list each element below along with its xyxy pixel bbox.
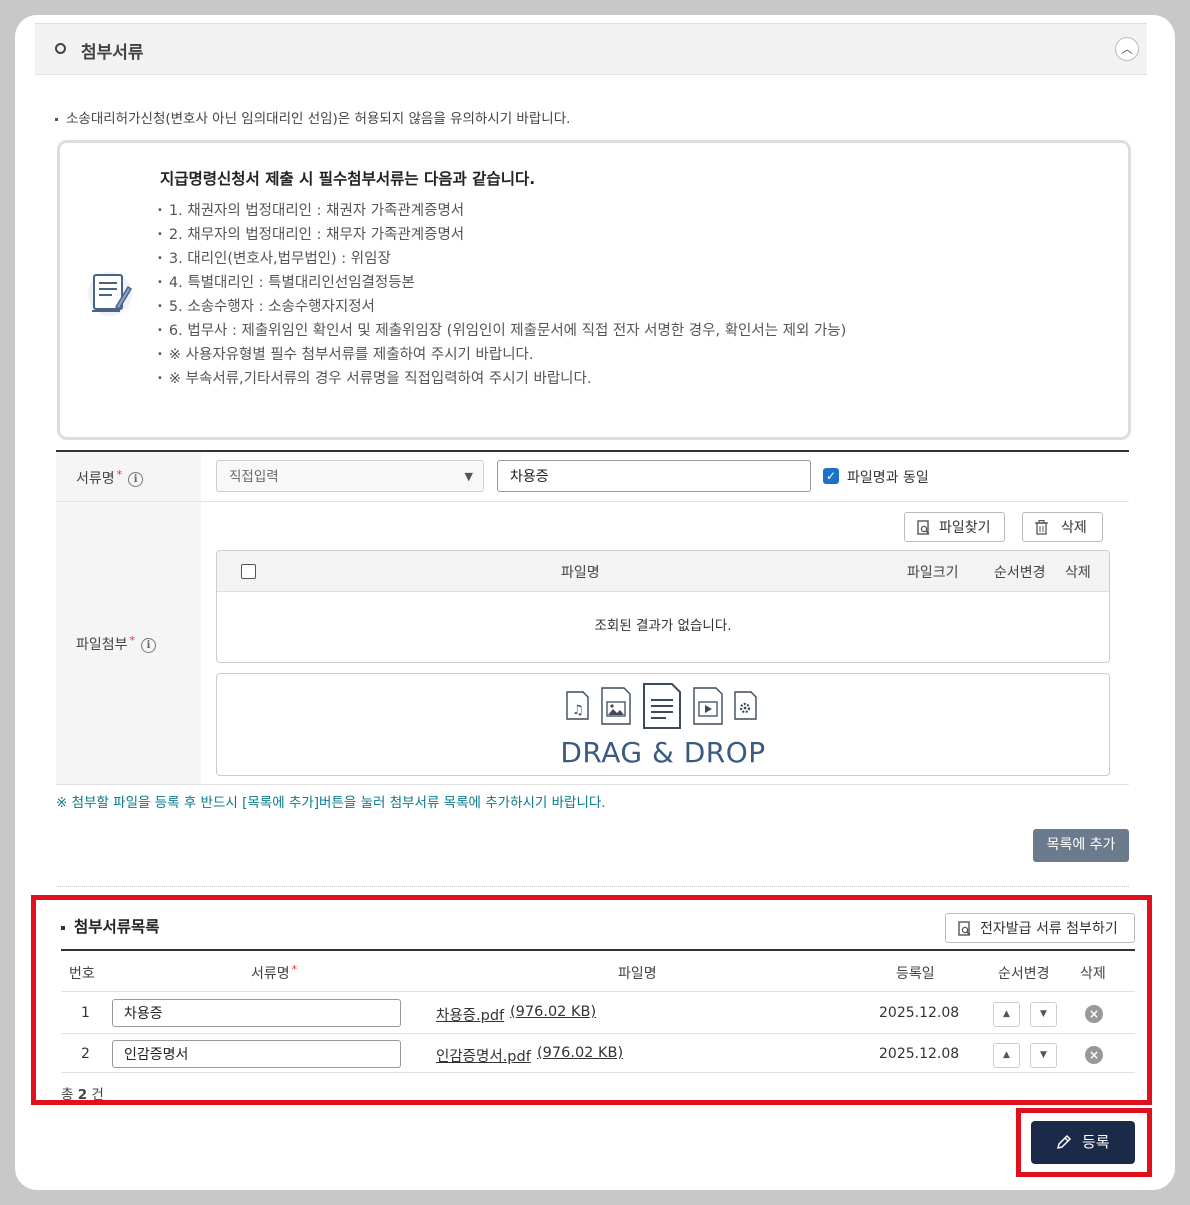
collapse-chevron-up-icon[interactable]: ︿ xyxy=(1115,37,1139,61)
col-filesize: 파일크기 xyxy=(907,565,959,581)
col-delete: 삭제 xyxy=(1065,565,1091,581)
notice-line: 소송대리허가신청(변호사 아닌 임의대리인 선임)은 허용되지 않음을 유의하시… xyxy=(55,107,570,127)
highlight-box-list xyxy=(31,895,1152,1105)
trash-icon xyxy=(1035,513,1048,546)
file-table: 파일명 파일크기 순서변경 삭제 조회된 결과가 없습니다. xyxy=(216,550,1110,663)
list-item: 1. 채권자의 법정대리인 : 채권자 가족관계증명서 xyxy=(157,199,846,223)
doc-name-label: 서류명 * i xyxy=(76,468,144,488)
same-as-filename-checkbox[interactable]: ✓ xyxy=(823,468,839,484)
list-item: ※ 사용자유형별 필수 첨부서류를 제출하여 주시기 바랍니다. xyxy=(157,343,846,367)
doc-type-select[interactable]: 직접입력 ▼ xyxy=(216,460,484,492)
info-icon[interactable]: i xyxy=(141,637,157,653)
col-order: 순서변경 xyxy=(994,565,1046,581)
drag-drop-text: DRAG & DROP xyxy=(560,736,766,769)
delete-label: 삭제 xyxy=(1061,520,1087,536)
drag-drop-zone[interactable]: ♫ DRAG & DROP xyxy=(216,673,1110,776)
file-types-icon: ♫ xyxy=(566,683,757,729)
register-label: 등록 xyxy=(1082,1133,1110,1151)
same-as-filename-label: 파일명과 동일 xyxy=(847,470,929,486)
add-to-list-button[interactable]: 목록에 추가 xyxy=(1033,829,1129,862)
list-item: 6. 법무사 : 제출위임인 확인서 및 제출위임장 (위임인이 제출문서에 직… xyxy=(157,319,846,343)
infobox-title: 지급명령신청서 제출 시 필수첨부서류는 다음과 같습니다. xyxy=(160,170,536,188)
doc-type-select-value: 직접입력 xyxy=(229,469,279,485)
col-filename: 파일명 xyxy=(561,565,600,581)
pencil-icon xyxy=(1056,1134,1072,1150)
list-item: 3. 대리인(변호사,법무법인) : 위임장 xyxy=(157,247,846,271)
info-icon[interactable]: i xyxy=(128,471,144,487)
attach-label: 파일첨부 * i xyxy=(76,634,157,654)
find-file-button[interactable]: 파일찾기 xyxy=(904,512,1005,542)
delete-file-button[interactable]: 삭제 xyxy=(1022,512,1103,542)
register-button[interactable]: 등록 xyxy=(1031,1121,1135,1164)
section-title: 첨부서류 xyxy=(81,43,144,63)
attachments-panel: 첨부서류 ︿ 소송대리허가신청(변호사 아닌 임의대리인 선임)은 허용되지 않… xyxy=(15,15,1175,1190)
doc-name-input[interactable]: 차용증 xyxy=(497,460,811,492)
empty-message: 조회된 결과가 없습니다. xyxy=(594,618,732,634)
required-docs-list: 1. 채권자의 법정대리인 : 채권자 가족관계증명서 2. 채무자의 법정대리… xyxy=(157,199,846,391)
file-table-header: 파일명 파일크기 순서변경 삭제 xyxy=(217,551,1109,592)
document-pen-icon xyxy=(88,272,133,316)
circle-bullet-icon xyxy=(55,43,66,54)
list-item: 4. 특별대리인 : 특별대리인선임결정등본 xyxy=(157,271,846,295)
find-file-label: 파일찾기 xyxy=(939,520,991,536)
notice-text: 소송대리허가신청(변호사 아닌 임의대리인 선임)은 허용되지 않음을 유의하시… xyxy=(66,111,571,127)
svg-text:♫: ♫ xyxy=(572,703,584,718)
list-item: ※ 부속서류,기타서류의 경우 서류명을 직접입력하여 주시기 바랍니다. xyxy=(157,367,846,391)
select-all-checkbox[interactable] xyxy=(241,564,256,579)
required-docs-infobox: 지급명령신청서 제출 시 필수첨부서류는 다음과 같습니다. 1. 채권자의 법… xyxy=(57,140,1131,440)
form-top-border xyxy=(56,450,1129,452)
dotted-divider xyxy=(56,886,1129,887)
divider xyxy=(56,784,1129,785)
chevron-down-icon: ▼ xyxy=(464,470,473,483)
file-search-icon xyxy=(917,513,931,547)
list-item: 5. 소송수행자 : 소송수행자지정서 xyxy=(157,295,846,319)
list-item: 2. 채무자의 법정대리인 : 채무자 가족관계증명서 xyxy=(157,223,846,247)
add-to-list-warning: ※ 첨부할 파일을 등록 후 반드시 [목록에 추가]버튼을 눌러 첨부서류 목… xyxy=(56,795,606,811)
divider xyxy=(56,501,1129,502)
section-header: 첨부서류 ︿ xyxy=(35,23,1147,75)
